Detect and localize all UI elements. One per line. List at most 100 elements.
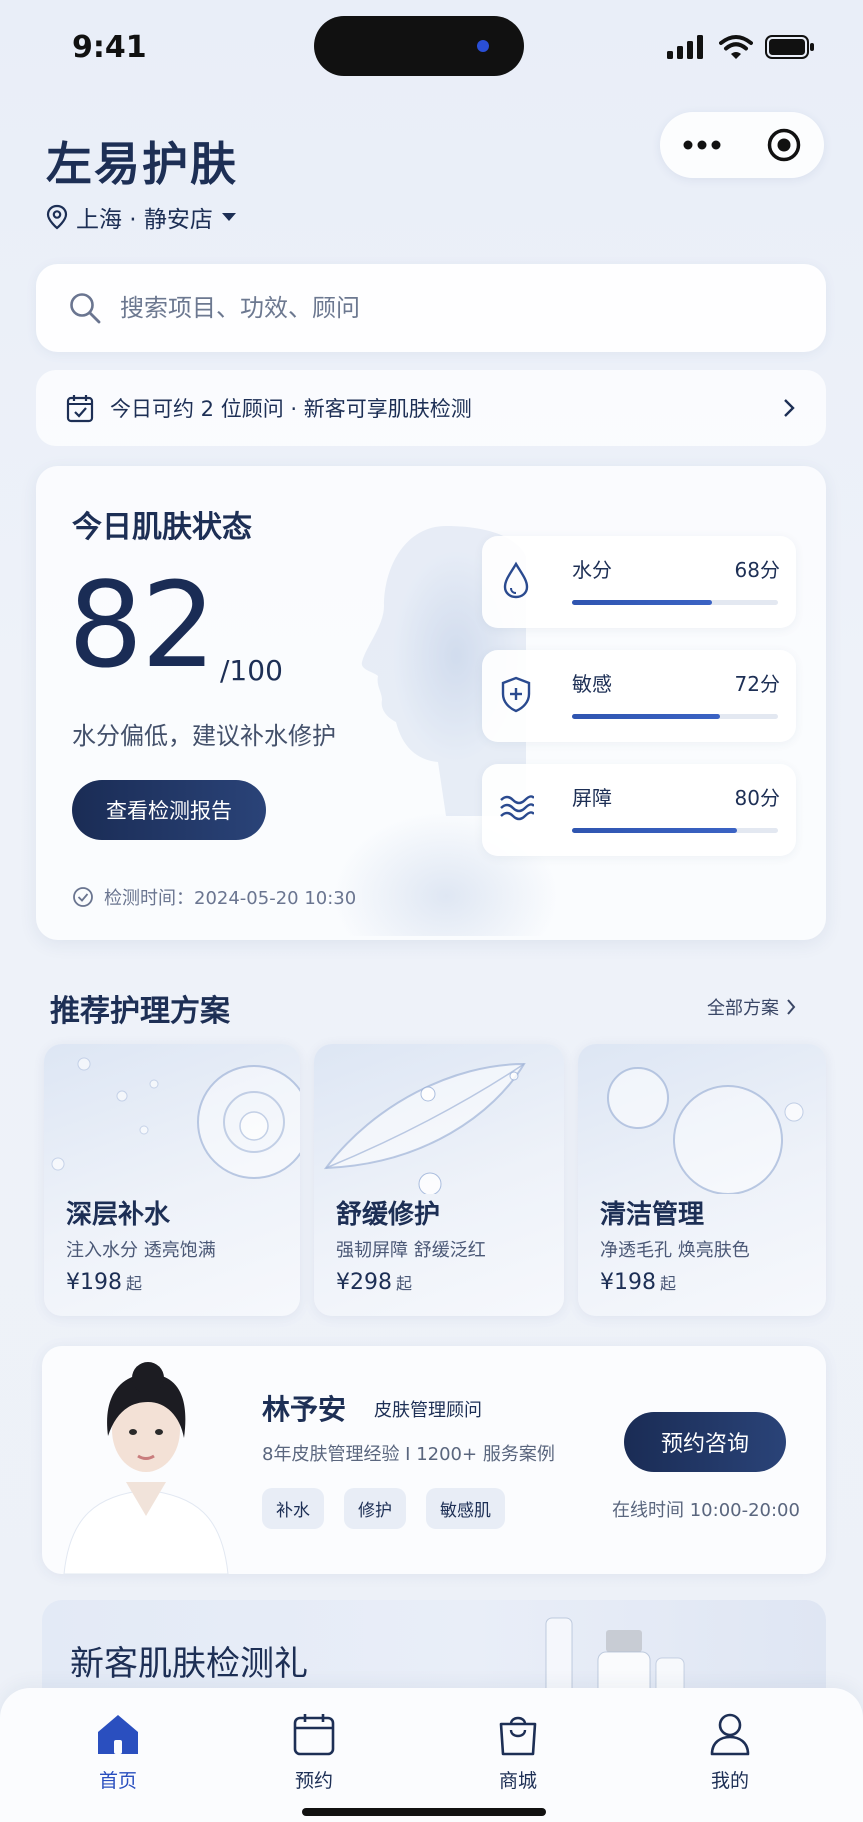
skin-advice: 水分偏低，建议补水修护 xyxy=(72,722,336,750)
status-time: 9:41 xyxy=(72,30,147,65)
metric-sensitivity[interactable]: 敏感 72分 xyxy=(482,650,796,742)
battery-icon xyxy=(765,35,814,59)
promo-title: 新客肌肤检测礼 xyxy=(70,1644,308,1684)
metric-track xyxy=(572,828,778,833)
metric-moisture[interactable]: 水分 68分 xyxy=(482,536,796,628)
advisor-online-hours: 在线时间 10:00-20:00 xyxy=(612,1500,800,1521)
more-dots-icon[interactable] xyxy=(682,139,722,151)
waves-icon xyxy=(500,795,534,821)
metric-value: 68分 xyxy=(734,558,780,582)
skin-score: 82 xyxy=(68,556,216,694)
search-bar[interactable] xyxy=(36,264,826,352)
calendar-check-icon xyxy=(66,395,94,423)
close-target-icon[interactable] xyxy=(766,127,802,163)
skin-status-card: 今日肌肤状态 82 /100 水分偏低，建议补水修护 查看检测报告 检测时间：2… xyxy=(36,466,826,940)
chevron-right-icon xyxy=(787,999,796,1015)
tab-label: 我的 xyxy=(710,1770,749,1792)
all-plans-label: 全部方案 xyxy=(707,998,779,1019)
check-time: 检测时间：2024-05-20 10:30 xyxy=(72,884,356,910)
tab-booking[interactable]: 预约 xyxy=(264,1712,364,1793)
plan-name: 深层补水 xyxy=(66,1200,171,1230)
advisor-tags: 补水 修护 敏感肌 xyxy=(262,1488,505,1529)
plan-price: ¥298 起 xyxy=(336,1270,412,1295)
user-icon xyxy=(710,1713,750,1756)
metric-track xyxy=(572,600,778,605)
search-input[interactable] xyxy=(118,293,762,323)
plan-desc: 注入水分 透亮饱满 xyxy=(66,1240,216,1261)
store-selector[interactable]: 上海 · 静安店 xyxy=(46,200,237,234)
plan-price-value: ¥298 xyxy=(336,1270,392,1295)
location-pin-icon xyxy=(46,204,68,230)
bottom-tab-bar: 首页 预约 商城 我的 xyxy=(0,1688,863,1822)
store-name: 上海 · 静安店 xyxy=(76,207,213,233)
camera-dot xyxy=(477,40,489,52)
notice-text: 今日可约 2 位顾问 · 新客可享肌肤检测 xyxy=(110,397,472,421)
tab-me[interactable]: 我的 xyxy=(680,1712,780,1793)
notice-bar[interactable]: 今日可约 2 位顾问 · 新客可享肌肤检测 xyxy=(36,370,826,446)
water-bubbles-image xyxy=(607,1067,804,1194)
skin-title: 今日肌肤状态 xyxy=(72,510,252,545)
water-drop-icon xyxy=(503,561,529,599)
dynamic-island xyxy=(314,16,524,76)
advisor-role: 皮肤管理顾问 xyxy=(374,1400,482,1421)
metric-name: 水分 xyxy=(572,558,612,582)
advisor-card[interactable]: 林予安 皮肤管理顾问 8年皮肤管理经验 I 1200+ 服务案例 补水 修护 敏… xyxy=(42,1346,826,1574)
advisor-tag: 敏感肌 xyxy=(426,1488,505,1529)
tab-label: 商城 xyxy=(498,1770,537,1792)
all-plans-link[interactable]: 全部方案 xyxy=(707,994,797,1020)
metric-barrier[interactable]: 屏障 80分 xyxy=(482,764,796,856)
book-consultation-button[interactable]: 预约咨询 xyxy=(624,1412,786,1472)
home-icon xyxy=(98,1715,138,1754)
advisor-avatar xyxy=(63,1362,229,1574)
tab-label: 预约 xyxy=(294,1770,333,1792)
advisor-tag: 修护 xyxy=(344,1488,406,1529)
plan-price-suffix: 起 xyxy=(126,1274,143,1293)
chevron-right-icon xyxy=(784,399,795,417)
brand-title: 左易护肤 xyxy=(46,137,238,191)
metric-value: 72分 xyxy=(734,672,780,696)
check-time-text: 检测时间：2024-05-20 10:30 xyxy=(104,888,357,909)
mini-program-capsule xyxy=(660,112,824,178)
status-icons xyxy=(667,34,815,60)
leaf-droplet-image xyxy=(323,1062,526,1194)
signal-icon xyxy=(667,35,703,59)
plan-price: ¥198 起 xyxy=(66,1270,142,1295)
metric-value: 80分 xyxy=(734,786,780,810)
plan-card[interactable]: 清洁管理 净透毛孔 焕亮肤色 ¥198 起 xyxy=(578,1044,826,1316)
plan-name: 舒缓修护 xyxy=(336,1200,441,1230)
plan-card[interactable]: 深层补水 注入水分 透亮饱满 ¥198 起 xyxy=(44,1044,300,1316)
plan-desc: 净透毛孔 焕亮肤色 xyxy=(600,1240,750,1261)
plan-desc: 强韧屏障 舒缓泛红 xyxy=(336,1240,486,1261)
plan-price-suffix: 起 xyxy=(660,1274,677,1293)
shopping-bag-icon xyxy=(499,1716,537,1756)
plans-section-title: 推荐护理方案 xyxy=(50,994,230,1029)
plan-price: ¥198 起 xyxy=(600,1270,676,1295)
view-report-button[interactable]: 查看检测报告 xyxy=(72,780,266,840)
plan-price-value: ¥198 xyxy=(66,1270,122,1295)
search-icon xyxy=(70,293,101,324)
tab-home[interactable]: 首页 xyxy=(68,1712,168,1793)
advisor-name: 林予安 xyxy=(262,1393,347,1426)
advisor-meta: 8年皮肤管理经验 I 1200+ 服务案例 xyxy=(262,1444,555,1465)
metric-name: 屏障 xyxy=(572,786,612,810)
wifi-icon xyxy=(719,35,753,59)
plan-name: 清洁管理 xyxy=(600,1200,705,1230)
tab-shop[interactable]: 商城 xyxy=(468,1712,568,1793)
metric-name: 敏感 xyxy=(572,672,612,696)
caret-down-icon xyxy=(221,213,236,221)
tab-label: 首页 xyxy=(98,1770,137,1792)
plan-price-value: ¥198 xyxy=(600,1270,656,1295)
serum-bubble-image xyxy=(51,1057,300,1179)
plan-card[interactable]: 舒缓修护 强韧屏障 舒缓泛红 ¥298 起 xyxy=(314,1044,564,1316)
shield-plus-icon xyxy=(501,676,531,713)
metric-fill xyxy=(572,714,721,719)
metric-fill xyxy=(572,828,737,833)
plan-price-suffix: 起 xyxy=(396,1274,413,1293)
home-indicator xyxy=(302,1808,546,1816)
skin-score-max: /100 xyxy=(220,654,283,687)
metric-fill xyxy=(572,600,713,605)
advisor-tag: 补水 xyxy=(262,1488,324,1529)
metric-track xyxy=(572,714,778,719)
check-circle-icon xyxy=(73,887,93,907)
calendar-icon xyxy=(293,1714,335,1756)
